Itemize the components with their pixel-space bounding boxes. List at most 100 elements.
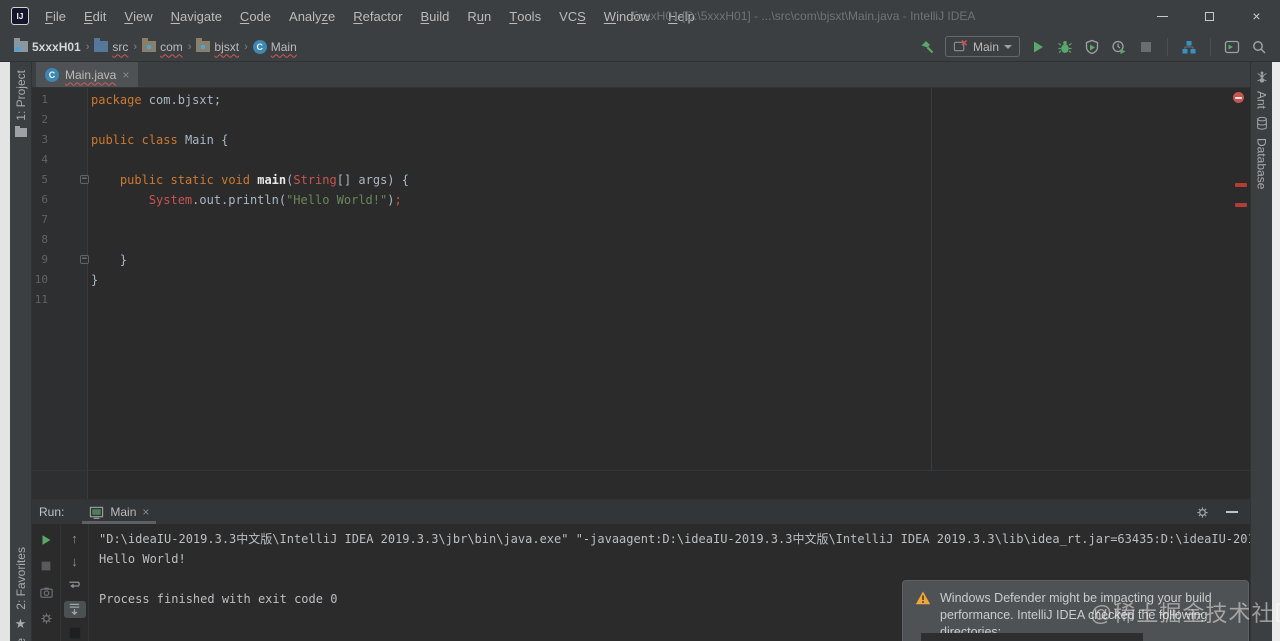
print-icon[interactable] [66,626,84,641]
code-token: String [293,173,337,187]
main-toolbar: Main [918,36,1268,57]
menu-item-run[interactable]: Run [458,0,500,32]
code-line-1[interactable]: 1 package com.bjsxt; [32,90,1250,110]
class-icon [45,67,59,82]
toolbar-separator [1167,37,1168,56]
code-token: public [119,173,164,187]
menu-item-refactor[interactable]: Refactor [344,0,411,32]
rerun-icon[interactable] [37,531,55,549]
code-line-9[interactable]: 9 − } [32,250,1250,270]
menu-item-view[interactable]: View [115,0,161,32]
up-arrow-icon[interactable]: ↑ [66,531,84,546]
fold-marker-icon[interactable]: − [80,255,89,264]
down-arrow-icon[interactable]: ↓ [66,554,84,569]
menu-item-edit[interactable]: Edit [75,0,115,32]
line-number: 5 [41,173,48,186]
tool-button-project[interactable]: 1: Project [14,70,28,121]
breadcrumb-main[interactable]: Main [252,39,297,54]
hide-icon[interactable] [1226,511,1238,513]
fold-marker-icon[interactable]: − [80,175,89,184]
editor-viewport-edge [32,470,1250,471]
settings-gear-icon[interactable] [37,609,55,627]
line-number: 6 [41,193,48,206]
profiler-icon[interactable] [1110,38,1128,56]
tool-button-database[interactable]: Database [1255,138,1269,189]
code-token: [] args) { [336,173,409,187]
code-line-11[interactable]: 11 [32,290,1250,310]
menu-bar: File Edit View Navigate Code Analy z e Refactor B… [36,0,704,32]
scroll-to-end-icon[interactable] [63,600,86,618]
breadcrumb-src[interactable]: src [94,38,128,54]
breadcrumb-bjsxt[interactable]: bjsxt [196,38,240,54]
stop-icon[interactable] [1137,38,1155,56]
code-line-10[interactable]: 10} [32,270,1250,290]
project-structure-icon[interactable] [1180,38,1198,56]
run-icon[interactable] [1029,38,1047,56]
debug-icon[interactable] [1056,38,1074,56]
database-icon [1256,116,1267,130]
background-window-strip-left [0,62,10,641]
breadcrumb-separator: › [244,40,248,53]
breadcrumb-com[interactable]: com [142,38,183,54]
breadcrumb-label: bjsxt [214,39,240,54]
notification-balloon[interactable]: Windows Defender might be impacting your… [902,580,1249,641]
code-line-7[interactable]: 7 [32,210,1250,230]
run-panel-title: Run: [39,505,65,519]
run-config-selector[interactable]: Main [944,36,1020,57]
tab-close-icon[interactable]: × [142,505,149,519]
code-line-6[interactable]: 6 System.out.println("Hello World!"); [32,190,1250,210]
menu-item-file[interactable]: File [36,0,75,32]
editor-tab-main-java[interactable]: Main.java × [36,62,139,87]
run-tab-main[interactable]: Main × [82,500,157,524]
run-panel-header: Run: Main × [32,500,1250,524]
console-icon [90,506,104,519]
code-area: 1 package com.bjsxt; 2 3 public class Main {… [32,88,1250,310]
menu-item-build[interactable]: Build [411,0,458,32]
search-everywhere-icon[interactable] [1250,38,1268,56]
code-token: ; [394,193,402,207]
soft-wrap-icon[interactable] [66,578,84,593]
project-folder-icon [14,125,27,137]
line-number: 4 [41,153,48,166]
maximize-icon[interactable] [1186,0,1233,32]
code-line-2[interactable]: 2 [32,110,1250,130]
menu-item-analyze[interactable]: Analy z e [280,0,344,32]
gear-icon[interactable] [1193,503,1211,521]
code-token: Main { [177,133,229,147]
code-token: com.bjsxt; [141,93,222,107]
stop-icon[interactable] [37,557,55,575]
run-toolbar [32,524,60,641]
title-bar: IJ File Edit View Navigate Code Analy z e Refact… [0,0,1280,32]
ide-window: IJ File Edit View Navigate Code Analy z e Refact… [0,0,1280,641]
breadcrumb-5xxxh01[interactable]: 5xxxH01 [14,38,81,54]
tool-button-ant[interactable]: Ant [1255,91,1269,109]
code-line-5[interactable]: 5− public static void main(String[] args… [32,170,1250,190]
code-token: "Hello World!" [286,193,388,207]
line-number: 2 [41,113,48,126]
menu-item-code[interactable]: Code [231,0,280,32]
menu-item-tools[interactable]: Tools [500,0,550,32]
error-stripe-mark[interactable] [1235,203,1247,207]
tool-button-favorites[interactable]: 2: Favorites [14,547,28,610]
code-editor[interactable]: 1 package com.bjsxt; 2 3 public class Main {… [32,88,1250,499]
close-icon[interactable]: × [1233,0,1280,32]
code-token: main [257,173,287,187]
code-line-8[interactable]: 8 [32,230,1250,250]
editor-area: Main.java × 1 package com.bjsxt; 2 3 public … [32,62,1250,499]
run-window-icon[interactable] [1223,38,1241,56]
menu-item-vcs[interactable]: VC S [550,0,595,32]
code-line-4[interactable]: 4 [32,150,1250,170]
error-stripe-mark[interactable] [1235,183,1247,187]
tab-close-icon[interactable]: × [122,68,129,82]
minimize-icon[interactable] [1139,0,1186,32]
error-indicator-icon[interactable] [1233,92,1244,103]
build-hammer-icon[interactable] [918,38,936,56]
line-number: 7 [41,213,48,226]
menu-item-navigate[interactable]: Navigate [162,0,231,32]
run-with-coverage-icon[interactable] [1083,38,1101,56]
camera-icon[interactable] [37,583,55,601]
code-line-3[interactable]: 3 public class Main { [32,130,1250,150]
